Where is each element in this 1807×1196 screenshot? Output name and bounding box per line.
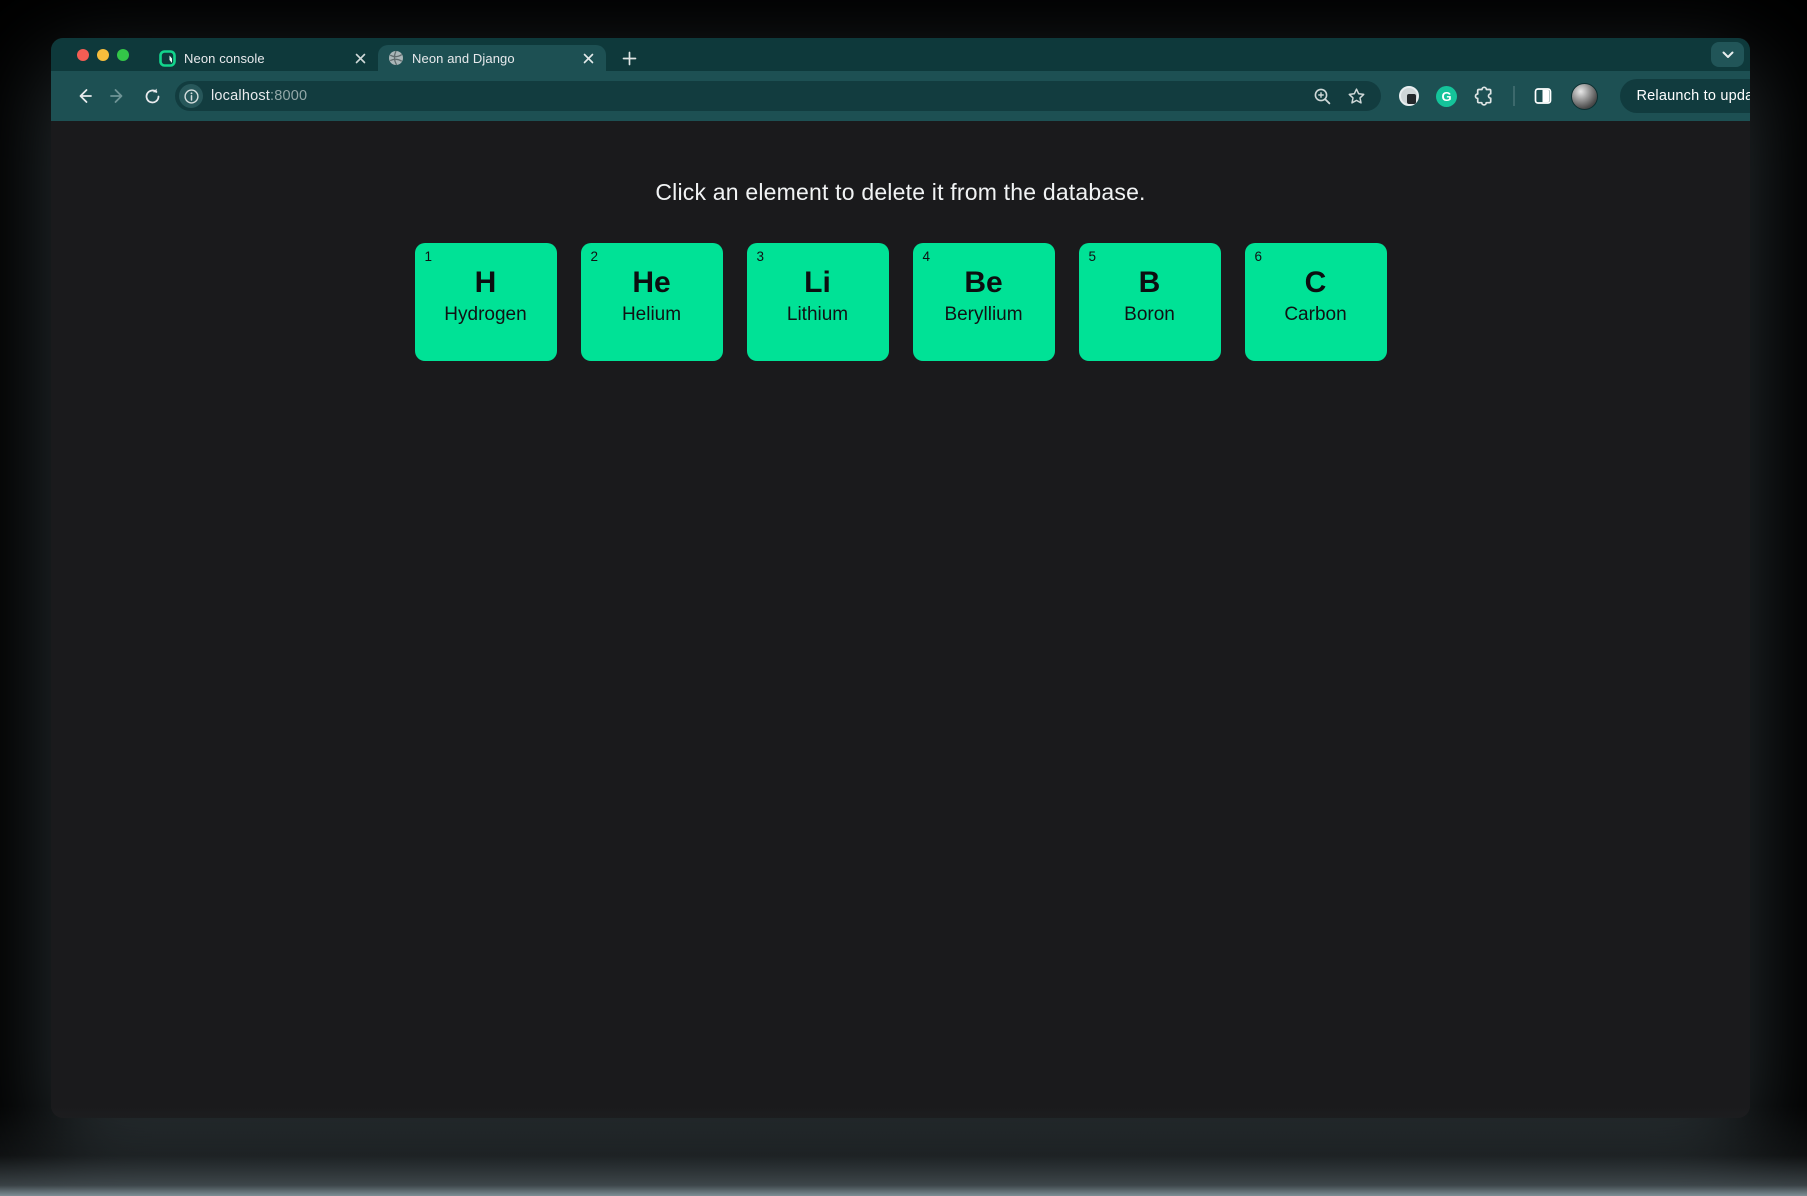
window-maximize-button[interactable] (117, 49, 129, 61)
window-minimize-button[interactable] (97, 49, 109, 61)
atomic-number: 4 (923, 250, 1045, 265)
extensions-puzzle-icon (1474, 86, 1495, 107)
side-panel-icon (1533, 86, 1553, 106)
relaunch-label: Relaunch to update (1637, 88, 1751, 104)
globe-icon (387, 50, 404, 67)
atomic-number: 1 (425, 250, 547, 265)
element-symbol: H (425, 266, 547, 301)
neon-logo-icon (159, 50, 176, 67)
password-extension-icon[interactable] (1395, 83, 1422, 110)
url-host: localhost (211, 88, 270, 104)
back-icon (74, 86, 94, 106)
tab-strip: Neon console Neon and Django (51, 38, 1750, 71)
profile-avatar[interactable] (1571, 83, 1598, 110)
back-button[interactable] (69, 81, 99, 111)
tab-neon-and-django[interactable]: Neon and Django (378, 45, 606, 71)
forward-button[interactable] (103, 81, 133, 111)
element-symbol: C (1255, 266, 1377, 301)
forward-icon (108, 86, 128, 106)
element-card-boron[interactable]: 5 B Boron (1079, 243, 1221, 361)
info-icon (184, 89, 199, 104)
page-content: Click an element to delete it from the d… (51, 121, 1750, 1118)
tab-neon-console[interactable]: Neon console (150, 45, 378, 71)
atomic-number: 3 (757, 250, 879, 265)
toolbar-separator (1513, 86, 1515, 106)
tab-title: Neon console (184, 51, 344, 66)
element-symbol: B (1089, 266, 1211, 301)
element-name: Carbon (1255, 304, 1377, 326)
tab-close-icon[interactable] (580, 50, 596, 66)
side-panel-button[interactable] (1530, 83, 1557, 110)
element-name: Beryllium (923, 304, 1045, 326)
window-close-button[interactable] (77, 49, 89, 61)
tab-search-button[interactable] (1711, 42, 1744, 67)
zoom-button[interactable] (1309, 83, 1335, 109)
desktop-horizon-glow (0, 1106, 1807, 1196)
element-name: Lithium (757, 304, 879, 326)
new-tab-button[interactable] (616, 45, 642, 71)
element-cards-row: 1 H Hydrogen 2 He Helium 3 Li Lithium 4 … (415, 243, 1387, 361)
browser-window: Neon console Neon and Django (51, 38, 1750, 1118)
element-card-lithium[interactable]: 3 Li Lithium (747, 243, 889, 361)
atomic-number: 2 (591, 250, 713, 265)
element-name: Helium (591, 304, 713, 326)
element-card-beryllium[interactable]: 4 Be Beryllium (913, 243, 1055, 361)
browser-toolbar: localhost:8000 G (51, 71, 1750, 121)
reload-icon (143, 87, 162, 106)
bookmark-button[interactable] (1343, 83, 1369, 109)
chevron-down-icon (1722, 51, 1734, 59)
element-card-helium[interactable]: 2 He Helium (581, 243, 723, 361)
atomic-number: 6 (1255, 250, 1377, 265)
element-symbol: Be (923, 266, 1045, 301)
window-controls (51, 38, 150, 71)
zoom-in-icon (1313, 87, 1332, 106)
tab-close-icon[interactable] (352, 50, 368, 66)
address-bar[interactable]: localhost:8000 (175, 81, 1381, 111)
site-info-button[interactable] (179, 84, 203, 108)
tab-title: Neon and Django (412, 51, 572, 66)
element-card-hydrogen[interactable]: 1 H Hydrogen (415, 243, 557, 361)
element-symbol: Li (757, 266, 879, 301)
atomic-number: 5 (1089, 250, 1211, 265)
relaunch-to-update-button[interactable]: Relaunch to update (1620, 79, 1751, 113)
bookmark-star-icon (1347, 87, 1366, 106)
url-text: localhost:8000 (211, 88, 307, 104)
page-heading: Click an element to delete it from the d… (655, 179, 1145, 206)
extensions-area: G Relaunch to update (1395, 79, 1750, 113)
element-symbol: He (591, 266, 713, 301)
extensions-puzzle-button[interactable] (1471, 83, 1498, 110)
element-card-carbon[interactable]: 6 C Carbon (1245, 243, 1387, 361)
reload-button[interactable] (137, 81, 167, 111)
element-name: Boron (1089, 304, 1211, 326)
element-name: Hydrogen (425, 304, 547, 326)
grammarly-icon[interactable]: G (1433, 83, 1460, 110)
url-port: :8000 (270, 88, 307, 104)
